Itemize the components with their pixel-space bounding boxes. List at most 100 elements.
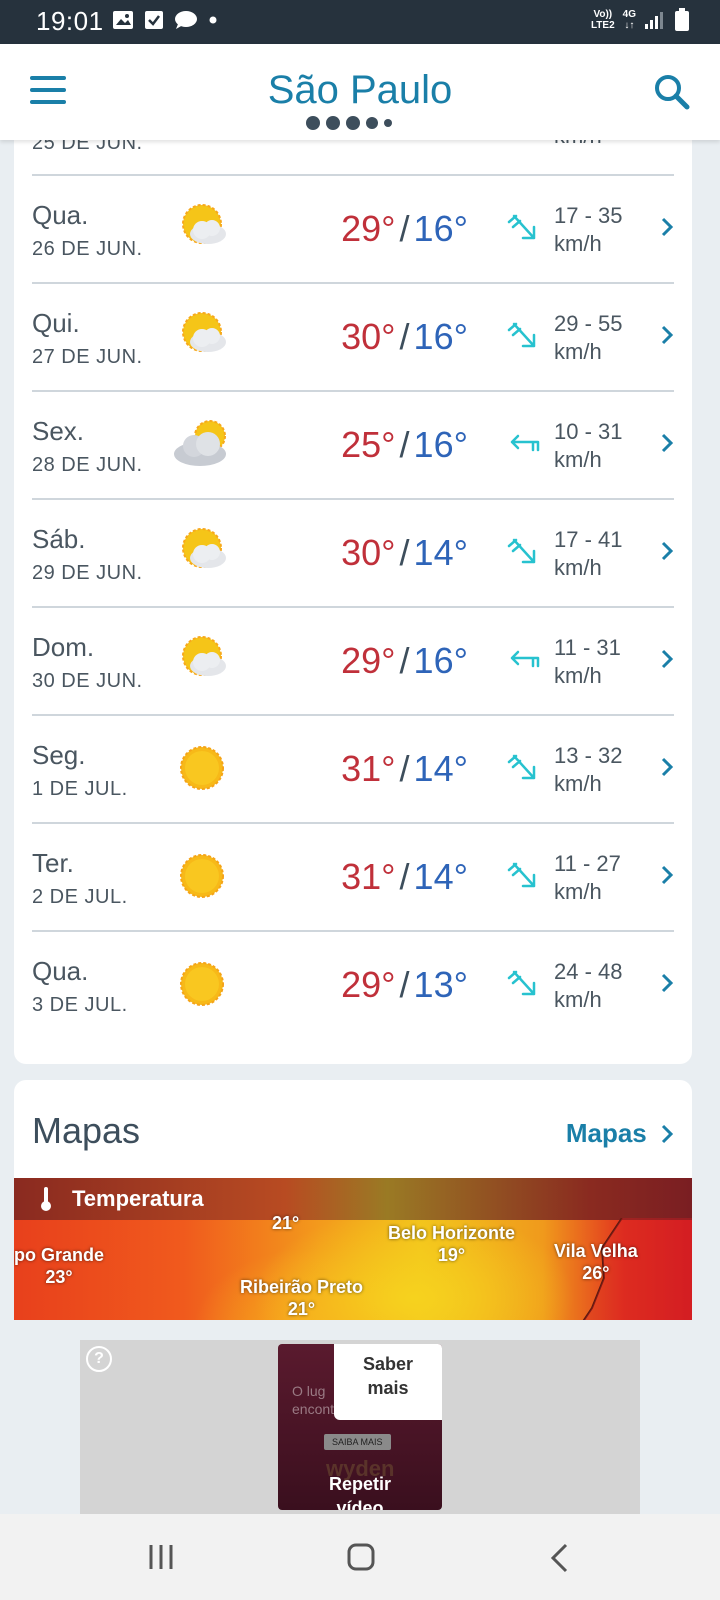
min-temp: 14° (413, 856, 468, 897)
wind-speed: 17 - 41 km/h (554, 526, 623, 582)
wind-speed-unit: km/h (554, 447, 602, 472)
ad-text: O lug encont (292, 1382, 334, 1418)
temperature-range: 29°/16° (341, 640, 468, 682)
partly-cloudy-icon (172, 200, 232, 256)
wind-speed: 29 - 55 km/h (554, 310, 623, 366)
wind-direction-icon (506, 534, 542, 570)
wind-speed: 11 - 27 km/h (554, 850, 621, 906)
max-temp: 29° (341, 964, 396, 1005)
wind-speed-range: 17 - 35 (554, 203, 623, 228)
lte-label: LTE2 (590, 20, 615, 31)
map-city-ribeirao-preto: Ribeirão Preto 21° (240, 1276, 363, 1320)
notification-icons (112, 10, 218, 30)
dot-icon (209, 16, 217, 24)
chevron-right-icon (661, 541, 674, 561)
recent-apps-icon[interactable] (146, 1542, 176, 1572)
map-city-name: po Grande (14, 1245, 105, 1265)
forecast-card: 25 DE JUN. km/h Qua.26 DE JUN.29°/16°17 … (14, 110, 692, 1064)
temperature-range: 31°/14° (341, 748, 468, 790)
min-temp: 16° (413, 424, 468, 465)
forecast-date: 27 DE JUN. (32, 346, 143, 368)
forecast-date: 30 DE JUN. (32, 670, 143, 692)
page-dot (384, 119, 392, 127)
wind-speed-range: 11 - 31 (554, 635, 621, 660)
signal-icon (645, 12, 663, 29)
forecast-row[interactable]: Dom. 30 DE JUN. 29°/16° 11 - 31 km/h (32, 606, 674, 716)
ad-learn-more-line: Saber (362, 1354, 414, 1374)
data-indicator: 4G ↓↑ (623, 9, 636, 31)
map-city-temp: 23° (45, 1267, 73, 1287)
status-bar: 19:01 Vo)) LTE2 4G ↓↑ (0, 0, 720, 44)
ad-replay-line: Repetir (328, 1474, 391, 1494)
forecast-row[interactable]: Ter. 2 DE JUL. 31°/14° 11 - 27 km/h (32, 822, 674, 932)
wind-speed-range: 24 - 48 (554, 959, 623, 984)
wind-direction-icon (506, 426, 542, 462)
temp-separator: / (399, 748, 410, 789)
app-header: São Paulo (0, 44, 720, 140)
page-dot (306, 116, 320, 130)
forecast-row[interactable]: Qua. 3 DE JUL. 29°/13° 24 - 48 km/h (32, 930, 674, 1038)
min-temp: 14° (413, 748, 468, 789)
system-icons: Vo)) LTE2 4G ↓↑ (591, 8, 690, 32)
chevron-right-icon (661, 217, 674, 237)
ad-cta[interactable]: SAIBA MAIS (324, 1434, 391, 1450)
wind-speed: 11 - 31 km/h (554, 634, 621, 690)
wind-direction-icon (506, 750, 542, 786)
wind-speed-unit: km/h (554, 231, 602, 256)
cloudy-icon (172, 416, 232, 472)
wind-direction-icon (506, 966, 542, 1002)
wind-direction-icon (506, 858, 542, 894)
temperature-range: 30°/16° (341, 316, 468, 358)
partly-cloudy-icon (172, 524, 232, 580)
ad-learn-more-line: mais (367, 1378, 409, 1398)
forecast-row[interactable]: Qua. 26 DE JUN. 29°/16° 17 - 35 km/h (32, 174, 674, 284)
temperature-range: 31°/14° (341, 856, 468, 898)
ad-replay-button[interactable]: Repetir vídeo (278, 1472, 442, 1510)
ad-banner[interactable]: ? O lug encont SAIBA MAIS wyden Saber ma… (80, 1340, 640, 1514)
wind-speed: 10 - 31 km/h (554, 418, 623, 474)
wind-speed-unit: km/h (554, 879, 602, 904)
home-icon[interactable] (346, 1542, 376, 1572)
maps-title: Mapas (32, 1110, 141, 1151)
forecast-day: Qua. (32, 200, 89, 230)
wind-speed-unit: km/h (554, 339, 602, 364)
maps-link-label: Mapas (565, 1118, 647, 1148)
forecast-day: Qua. (32, 956, 89, 986)
back-icon[interactable] (548, 1542, 572, 1574)
forecast-row[interactable]: Seg. 1 DE JUL. 31°/14° 13 - 32 km/h (32, 714, 674, 824)
forecast-date: 26 DE JUN. (32, 238, 143, 260)
temperature-range: 29°/16° (341, 208, 468, 250)
maps-link[interactable]: Mapas (566, 1118, 674, 1149)
page-dot (346, 116, 360, 130)
chevron-right-icon (661, 973, 674, 993)
ad-help-icon[interactable]: ? (86, 1346, 112, 1372)
temp-separator: / (399, 316, 410, 357)
chevron-right-icon (661, 1124, 674, 1144)
forecast-day: Seg. (32, 740, 86, 770)
temp-separator: / (399, 424, 410, 465)
map-city-partial: 21° (272, 1212, 299, 1234)
forecast-row[interactable]: Sáb. 29 DE JUN. 30°/14° 17 - 41 km/h (32, 498, 674, 608)
map-layer-label: Temperatura (72, 1186, 204, 1211)
wind-speed-unit: km/h (554, 771, 602, 796)
ad-learn-more-button[interactable]: Saber mais (334, 1344, 442, 1420)
max-temp: 30° (341, 316, 396, 357)
forecast-row[interactable]: Sex. 28 DE JUN. 25°/16° 10 - 31 km/h (32, 390, 674, 500)
city-title: São Paulo (267, 68, 453, 112)
ad-video[interactable]: O lug encont SAIBA MAIS wyden Saber mais… (278, 1344, 442, 1510)
forecast-row[interactable]: Qui. 27 DE JUN. 30°/16° 29 - 55 km/h (32, 282, 674, 392)
forecast-date: 2 DE JUL. (32, 886, 128, 908)
map-city-name: Vila Velha (554, 1241, 638, 1261)
temperature-map[interactable]: Temperatura po Grande 23° Ribeirão Preto… (14, 1178, 692, 1320)
forecast-day: Dom. (32, 632, 95, 662)
max-temp: 31° (341, 856, 396, 897)
chevron-right-icon (661, 433, 674, 453)
wind-speed-range: 11 - 27 (554, 851, 621, 876)
wind-speed-range: 17 - 41 (554, 527, 623, 552)
data-arrows-icon: ↓↑ (624, 20, 635, 31)
search-icon[interactable] (652, 72, 692, 112)
temperature-range: 25°/16° (341, 424, 468, 466)
partly-cloudy-icon (172, 632, 232, 688)
forecast-day: Qui. (32, 308, 80, 338)
volte-label: Vo)) (593, 9, 613, 20)
